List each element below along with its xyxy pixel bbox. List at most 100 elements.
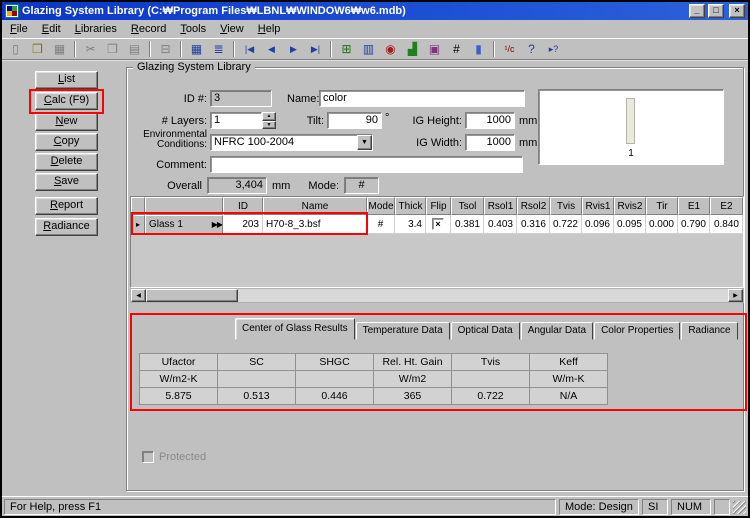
tab-temperature-data[interactable]: Temperature Data	[356, 322, 450, 340]
grid-row[interactable]: ▸Glass 1▶▶203H70-8_3.bsf#3.4×0.3810.4030…	[131, 215, 743, 234]
menu-libraries[interactable]: Libraries	[68, 21, 124, 37]
tilt-input[interactable]: 90	[327, 112, 382, 129]
cell-name[interactable]: H70-8_3.bsf	[263, 215, 367, 234]
grid-col-rvis1: Rvis1	[582, 197, 614, 215]
comment-input[interactable]	[210, 156, 523, 173]
cell-rvis2[interactable]: 0.095	[614, 215, 646, 234]
sidebar-button-report[interactable]: Report	[35, 197, 98, 215]
tab-optical-data[interactable]: Optical Data	[451, 322, 520, 340]
dropdown-arrow-icon[interactable]: ▼	[357, 135, 372, 150]
ig-height-unit-label: mm	[519, 115, 537, 127]
cell-id[interactable]: 203	[223, 215, 263, 234]
env-conditions-label-line2: Conditions:	[120, 139, 207, 150]
cell-e2[interactable]: 0.840	[710, 215, 743, 234]
cell-flip[interactable]: ×	[426, 215, 451, 234]
comment-label: Comment:	[150, 159, 207, 171]
app-window: Glazing System Library (C:₩Program Files…	[0, 0, 750, 518]
glass-picker-button[interactable]: ▶▶	[210, 220, 222, 229]
cell-rsol2[interactable]: 0.316	[517, 215, 550, 234]
number-mode-icon[interactable]: #	[446, 39, 467, 59]
env-conditions-select[interactable]: NFRC 100-2004 ▼	[210, 134, 373, 151]
layers-input[interactable]: 1	[210, 112, 262, 129]
layers-label: # Layers:	[132, 115, 207, 127]
table-view-icon[interactable]: ▦	[186, 39, 207, 59]
context-help-icon[interactable]: ▸?	[543, 39, 564, 59]
glass-layer-number: 1	[539, 148, 723, 159]
overall-thickness-field: 3,404	[207, 177, 267, 194]
first-record-icon[interactable]: |◀	[239, 39, 260, 59]
spinner-up-icon[interactable]: ▲	[262, 112, 276, 121]
previous-record-icon[interactable]: ◀	[261, 39, 282, 59]
scroll-left-icon[interactable]: ◀	[131, 289, 146, 302]
sidebar-button-new[interactable]: New	[35, 113, 98, 131]
spreadsheet-icon[interactable]: ⊞	[336, 39, 357, 59]
flip-checkbox[interactable]: ×	[432, 218, 444, 230]
open-folder-icon[interactable]: ❒	[27, 39, 48, 59]
layer-name-cell[interactable]: Glass 1 ▶▶	[145, 215, 223, 234]
sidebar-button-list[interactable]: List	[35, 71, 98, 89]
name-input[interactable]: color	[319, 90, 525, 107]
menu-tools[interactable]: Tools	[173, 21, 213, 37]
tab-color-properties[interactable]: Color Properties	[594, 322, 680, 340]
report-view-icon[interactable]: ▥	[358, 39, 379, 59]
ig-height-input[interactable]: 1000	[465, 112, 515, 129]
row-selector[interactable]: ▸	[131, 215, 145, 234]
cell-e1[interactable]: 0.790	[678, 215, 710, 234]
cell-tir[interactable]: 0.000	[646, 215, 678, 234]
sidebar-button-save[interactable]: Save	[35, 173, 98, 191]
maximize-button[interactable]: □	[708, 4, 724, 18]
scrollbar-track[interactable]	[146, 289, 728, 302]
resize-grip[interactable]	[733, 501, 746, 514]
last-record-icon[interactable]: ▶|	[305, 39, 326, 59]
menu-view[interactable]: View	[213, 21, 251, 37]
tab-center-of-glass-results[interactable]: Center of Glass Results	[235, 318, 355, 340]
sidebar-button-delete[interactable]: Delete	[35, 153, 98, 171]
overall-unit-label: mm	[272, 180, 290, 192]
list-view-icon[interactable]: ≣	[208, 39, 229, 59]
cell-tvis[interactable]: 0.722	[550, 215, 582, 234]
menu-help[interactable]: Help	[251, 21, 288, 37]
next-record-icon[interactable]: ▶	[283, 39, 304, 59]
layer-label: Glass 1	[149, 219, 183, 230]
grid-col-tvis: Tvis	[550, 197, 582, 215]
protected-label: Protected	[159, 451, 206, 463]
menu-record[interactable]: Record	[124, 21, 173, 37]
menu-edit[interactable]: Edit	[35, 21, 68, 37]
sidebar-button-radiance[interactable]: Radiance	[35, 218, 98, 236]
cell-tsol[interactable]: 0.381	[451, 215, 484, 234]
units-toggle-icon[interactable]: ¹/c	[499, 39, 520, 59]
protected-checkbox-row: Protected	[142, 451, 206, 463]
menu-file[interactable]: File	[3, 21, 35, 37]
help-icon[interactable]: ?	[521, 39, 542, 59]
close-button[interactable]: ×	[729, 4, 745, 18]
tab-strip: Center of Glass ResultsTemperature DataO…	[235, 317, 739, 340]
groupbox-title: Glazing System Library	[133, 61, 255, 73]
sidebar-button-copy[interactable]: Copy	[35, 133, 98, 151]
grid-col-tsol: Tsol	[451, 197, 484, 215]
spinner-down-icon[interactable]: ▼	[262, 121, 276, 130]
scroll-right-icon[interactable]: ▶	[728, 289, 743, 302]
layers-spinner[interactable]: ▲ ▼	[262, 112, 276, 129]
cut-icon: ✂	[80, 39, 101, 59]
sidebar-button-calc-f9[interactable]: Calc (F9)	[35, 92, 98, 110]
tab-radiance[interactable]: Radiance	[681, 322, 737, 340]
grid-col-thick: Thick	[395, 197, 426, 215]
env-conditions-value: NFRC 100-2004	[211, 135, 357, 150]
temperature-icon[interactable]: ▮	[468, 39, 489, 59]
cell-rsol1[interactable]: 0.403	[484, 215, 517, 234]
result-headers-ufactor: Ufactor	[140, 354, 218, 371]
ig-width-input[interactable]: 1000	[465, 134, 515, 151]
tab-angular-data[interactable]: Angular Data	[521, 322, 593, 340]
minimize-button[interactable]: _	[689, 4, 705, 18]
cell-thick[interactable]: 3.4	[395, 215, 426, 234]
cell-mode[interactable]: #	[367, 215, 395, 234]
cell-rvis1[interactable]: 0.096	[582, 215, 614, 234]
grid-horizontal-scrollbar[interactable]: ◀ ▶	[130, 288, 744, 303]
bar-chart-icon[interactable]: ▟	[402, 39, 423, 59]
protected-checkbox[interactable]	[142, 451, 154, 463]
image-view-icon[interactable]: ▣	[424, 39, 445, 59]
detail-view-icon[interactable]: ◉	[380, 39, 401, 59]
copy-icon: ❐	[102, 39, 123, 59]
grid-col-e2: E2	[710, 197, 743, 215]
scrollbar-thumb[interactable]	[146, 289, 238, 302]
